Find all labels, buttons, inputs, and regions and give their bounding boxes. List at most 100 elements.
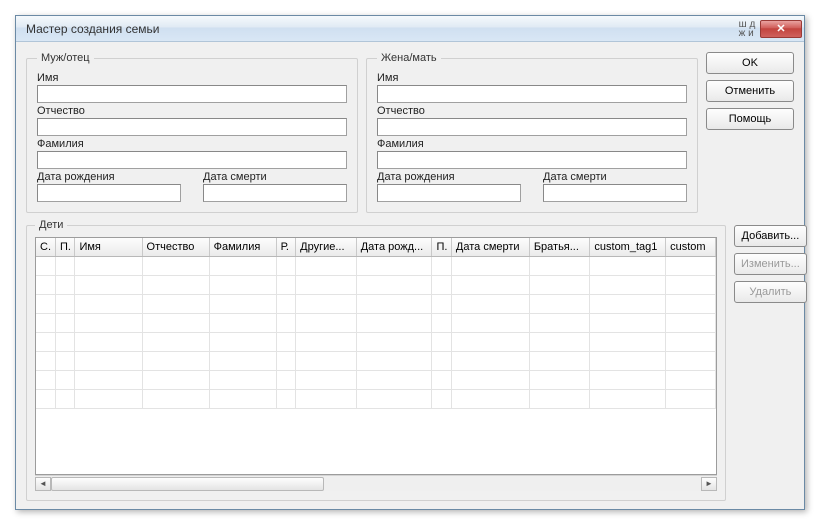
table-cell[interactable] — [36, 352, 55, 371]
table-cell[interactable] — [356, 295, 432, 314]
table-cell[interactable] — [36, 371, 55, 390]
table-cell[interactable] — [55, 352, 74, 371]
table-row[interactable] — [36, 257, 716, 276]
husband-surname-input[interactable] — [37, 151, 347, 169]
husband-patronymic-input[interactable] — [37, 118, 347, 136]
table-cell[interactable] — [296, 257, 357, 276]
table-cell[interactable] — [451, 371, 529, 390]
table-cell[interactable] — [666, 371, 716, 390]
table-cell[interactable] — [142, 333, 209, 352]
table-row[interactable] — [36, 371, 716, 390]
table-cell[interactable] — [296, 390, 357, 409]
scroll-thumb[interactable] — [51, 477, 324, 491]
table-cell[interactable] — [142, 295, 209, 314]
table-cell[interactable] — [356, 314, 432, 333]
table-cell[interactable] — [451, 390, 529, 409]
table-cell[interactable] — [590, 295, 666, 314]
table-cell[interactable] — [356, 371, 432, 390]
table-cell[interactable] — [36, 257, 55, 276]
table-cell[interactable] — [75, 333, 142, 352]
table-cell[interactable] — [529, 276, 590, 295]
table-cell[interactable] — [36, 295, 55, 314]
table-cell[interactable] — [209, 352, 276, 371]
scroll-track[interactable] — [51, 477, 701, 491]
wife-patronymic-input[interactable] — [377, 118, 687, 136]
table-cell[interactable] — [666, 333, 716, 352]
table-row[interactable] — [36, 276, 716, 295]
table-cell[interactable] — [666, 352, 716, 371]
table-cell[interactable] — [590, 257, 666, 276]
wife-name-input[interactable] — [377, 85, 687, 103]
table-cell[interactable] — [432, 371, 451, 390]
table-cell[interactable] — [529, 352, 590, 371]
table-cell[interactable] — [142, 257, 209, 276]
table-cell[interactable] — [432, 390, 451, 409]
table-cell[interactable] — [296, 352, 357, 371]
table-cell[interactable] — [276, 333, 295, 352]
table-cell[interactable] — [209, 295, 276, 314]
edit-child-button[interactable]: Изменить... — [734, 253, 807, 275]
table-cell[interactable] — [276, 352, 295, 371]
table-cell[interactable] — [432, 295, 451, 314]
table-row[interactable] — [36, 295, 716, 314]
table-cell[interactable] — [451, 314, 529, 333]
table-cell[interactable] — [529, 295, 590, 314]
table-cell[interactable] — [142, 390, 209, 409]
table-row[interactable] — [36, 390, 716, 409]
table-cell[interactable] — [75, 314, 142, 333]
scroll-right-arrow[interactable]: ► — [701, 477, 717, 491]
table-cell[interactable] — [666, 390, 716, 409]
table-cell[interactable] — [209, 276, 276, 295]
horizontal-scrollbar[interactable]: ◄ ► — [35, 475, 717, 491]
table-cell[interactable] — [209, 257, 276, 276]
column-header[interactable]: Братья... — [529, 238, 590, 257]
delete-child-button[interactable]: Удалить — [734, 281, 807, 303]
table-cell[interactable] — [276, 314, 295, 333]
husband-name-input[interactable] — [37, 85, 347, 103]
column-header[interactable]: П. — [432, 238, 451, 257]
table-cell[interactable] — [296, 276, 357, 295]
table-cell[interactable] — [666, 276, 716, 295]
table-cell[interactable] — [55, 276, 74, 295]
table-cell[interactable] — [75, 257, 142, 276]
table-cell[interactable] — [590, 371, 666, 390]
table-cell[interactable] — [666, 295, 716, 314]
table-cell[interactable] — [529, 333, 590, 352]
help-button[interactable]: Помощь — [706, 108, 794, 130]
table-cell[interactable] — [55, 314, 74, 333]
table-cell[interactable] — [75, 295, 142, 314]
scroll-left-arrow[interactable]: ◄ — [35, 477, 51, 491]
table-cell[interactable] — [356, 276, 432, 295]
table-cell[interactable] — [356, 352, 432, 371]
husband-birth-input[interactable] — [37, 184, 181, 202]
table-cell[interactable] — [432, 314, 451, 333]
table-cell[interactable] — [432, 352, 451, 371]
titlebar[interactable]: Мастер создания семьи ш дж и ✕ — [16, 16, 804, 42]
table-cell[interactable] — [529, 314, 590, 333]
table-cell[interactable] — [529, 371, 590, 390]
table-cell[interactable] — [209, 333, 276, 352]
column-header[interactable]: custom_tag1 — [590, 238, 666, 257]
table-cell[interactable] — [451, 333, 529, 352]
cancel-button[interactable]: Отменить — [706, 80, 794, 102]
table-cell[interactable] — [432, 333, 451, 352]
table-cell[interactable] — [75, 390, 142, 409]
table-cell[interactable] — [55, 333, 74, 352]
column-header[interactable]: Имя — [75, 238, 142, 257]
table-cell[interactable] — [356, 333, 432, 352]
column-header[interactable]: Дата рожд... — [356, 238, 432, 257]
table-cell[interactable] — [55, 371, 74, 390]
table-cell[interactable] — [75, 352, 142, 371]
column-header[interactable]: Фамилия — [209, 238, 276, 257]
table-cell[interactable] — [36, 390, 55, 409]
wife-birth-input[interactable] — [377, 184, 521, 202]
table-cell[interactable] — [276, 371, 295, 390]
table-cell[interactable] — [296, 314, 357, 333]
table-cell[interactable] — [75, 276, 142, 295]
close-button[interactable]: ✕ — [760, 20, 802, 38]
table-cell[interactable] — [451, 257, 529, 276]
table-cell[interactable] — [276, 295, 295, 314]
column-header[interactable]: custom — [666, 238, 716, 257]
table-cell[interactable] — [36, 314, 55, 333]
table-cell[interactable] — [36, 276, 55, 295]
